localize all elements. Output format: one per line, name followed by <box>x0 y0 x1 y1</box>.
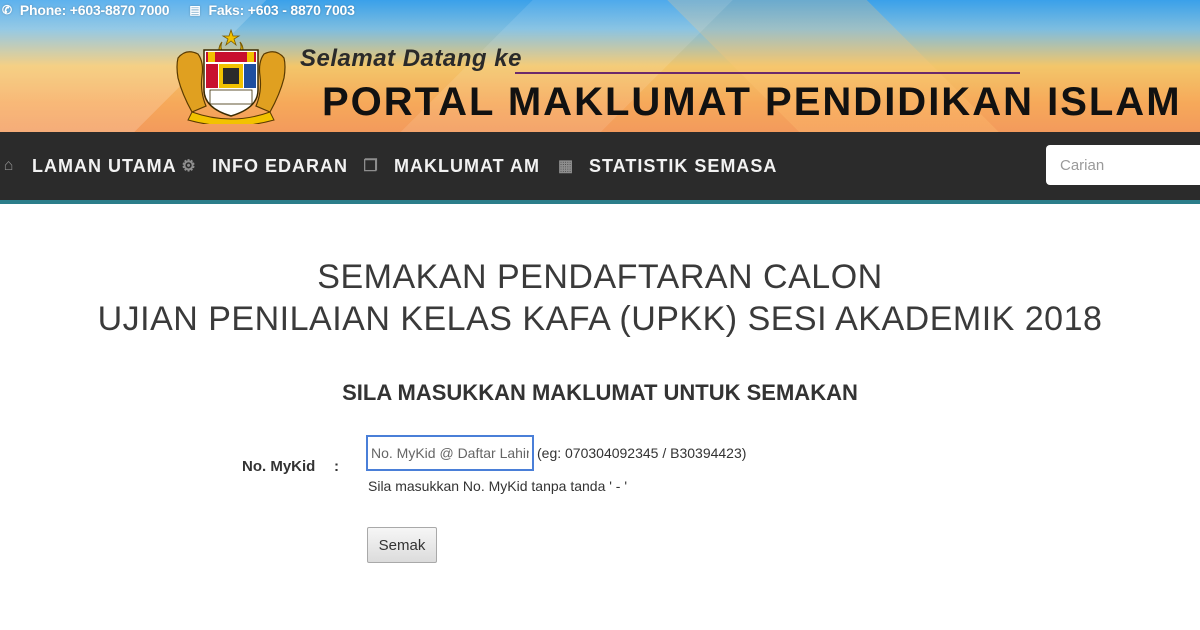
mykid-input[interactable] <box>366 435 534 471</box>
phone-icon: ✆ <box>2 3 12 17</box>
semak-button[interactable]: Semak <box>367 527 437 563</box>
nav-item-laman-utama[interactable]: ⌂ LAMAN UTAMA <box>0 132 177 200</box>
gears-icon: ⚙ <box>181 158 197 175</box>
nav-item-label: STATISTIK SEMASA <box>589 155 778 176</box>
welcome-text: Selamat Datang ke <box>300 45 522 72</box>
page-title-line2: UJIAN PENILAIAN KELAS KAFA (UPKK) SESI A… <box>97 300 1103 338</box>
search-input[interactable] <box>1046 145 1200 185</box>
mykid-example-text: (eg: 070304092345 / B30394423) <box>537 445 747 461</box>
mykid-hint-text: Sila masukkan No. MyKid tanpa tanda ' - … <box>368 478 628 494</box>
nav-item-label: INFO EDARAN <box>212 155 348 176</box>
nav-item-label: MAKLUMAT AM <box>394 155 540 176</box>
documents-icon: ❐ <box>363 158 379 175</box>
fax-icon: ▤ <box>189 3 201 17</box>
nav-item-label: LAMAN UTAMA <box>32 155 177 176</box>
form-instruction-heading: SILA MASUKKAN MAKLUMAT UNTUK SEMAKAN <box>342 380 858 405</box>
nav-item-maklumat-am[interactable]: ❐ MAKLUMAT AM <box>360 132 540 200</box>
mykid-label: No. MyKid <box>242 458 316 475</box>
mykid-label-colon: : <box>334 458 339 475</box>
page-title-line1: SEMAKAN PENDAFTARAN CALON <box>317 258 883 296</box>
welcome-underline <box>515 72 1020 74</box>
jata-negara-crest-logo <box>176 28 286 124</box>
nav-item-info-edaran[interactable]: ⚙ INFO EDARAN <box>178 132 348 200</box>
phone-number: Phone: +603-8870 7000 <box>19 2 170 18</box>
contact-bar: ✆ Phone: +603-8870 7000 ▤ Faks: +603 - 8… <box>0 0 1200 20</box>
header-banner: ✆ Phone: +603-8870 7000 ▤ Faks: +603 - 8… <box>0 0 1200 132</box>
fax-number: Faks: +603 - 8870 7003 <box>208 2 355 18</box>
grid-icon: ▦ <box>557 158 575 175</box>
portal-title: PORTAL MAKLUMAT PENDIDIKAN ISLAM <box>322 80 1182 124</box>
nav-item-statistik-semasa[interactable]: ▦ STATISTIK SEMASA <box>555 132 777 200</box>
main-nav: ⌂ LAMAN UTAMA ⚙ INFO EDARAN ❐ MAKLUMAT A… <box>0 132 1200 204</box>
home-icon: ⌂ <box>3 157 15 174</box>
